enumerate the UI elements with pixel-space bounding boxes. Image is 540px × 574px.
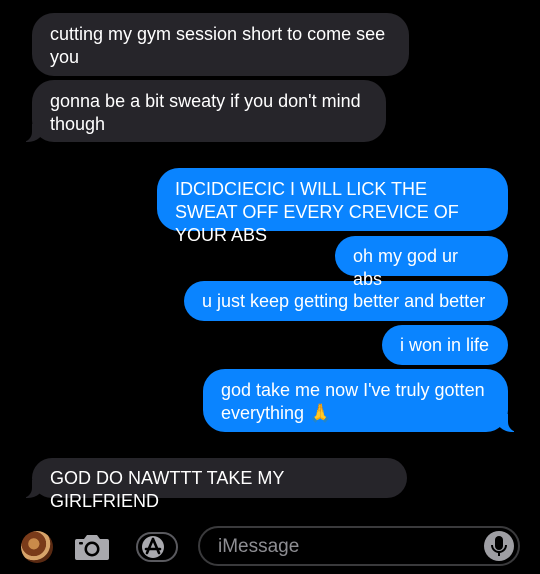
message-bubble-received[interactable]: cutting my gym session short to come see…: [32, 13, 409, 76]
message-thread: cutting my gym session short to come see…: [0, 0, 540, 511]
message-text: cutting my gym session short to come see…: [50, 24, 386, 67]
message-bubble-sent[interactable]: u just keep getting better and better: [184, 281, 508, 321]
message-text: GOD DO NAWTTT TAKE MY GIRLFRIEND: [50, 468, 285, 511]
app-store-icon[interactable]: [135, 531, 179, 563]
message-bubble-sent[interactable]: i won in life: [382, 325, 508, 365]
message-bubble-received[interactable]: gonna be a bit sweaty if you don't mind …: [22, 80, 386, 142]
message-input-placeholder: iMessage: [218, 536, 300, 557]
message-text: gonna be a bit sweaty if you don't mind …: [50, 91, 361, 134]
contact-avatar[interactable]: [21, 531, 53, 563]
message-text: i won in life: [400, 335, 490, 355]
message-bubble-sent[interactable]: IDCIDCIECIC I WILL LICK THE SWEAT OFF EV…: [157, 168, 508, 245]
camera-icon[interactable]: [74, 532, 110, 562]
message-bubble-sent[interactable]: oh my god ur abs: [335, 236, 508, 289]
message-input[interactable]: iMessage: [198, 526, 520, 566]
microphone-icon[interactable]: [484, 531, 514, 561]
message-bubble-sent[interactable]: god take me now I've truly gotten everyt…: [203, 369, 518, 432]
message-bubble-received[interactable]: GOD DO NAWTTT TAKE MY GIRLFRIEND: [22, 458, 407, 511]
message-text: god take me now I've truly gotten everyt…: [221, 380, 485, 423]
compose-bar: iMessage: [0, 518, 540, 574]
message-text: u just keep getting better and better: [202, 291, 486, 311]
